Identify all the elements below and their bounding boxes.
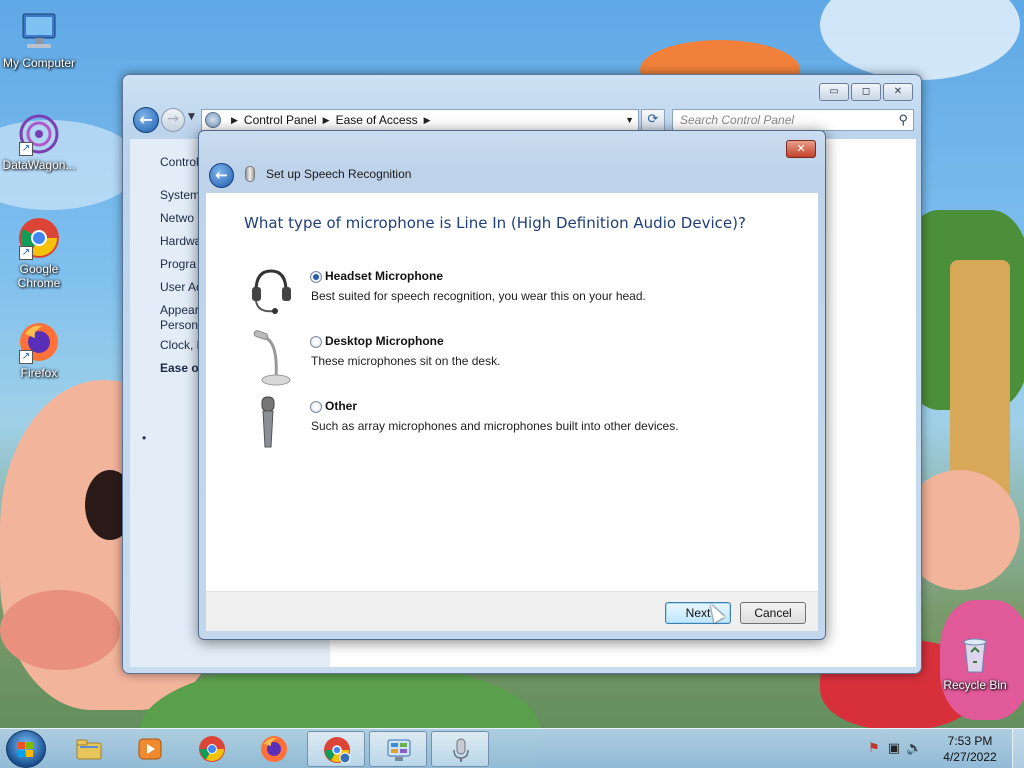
- shortcut-arrow-icon: ↗: [19, 142, 33, 156]
- desktop-icon-firefox[interactable]: ↗ Firefox: [0, 320, 78, 380]
- breadcrumb-ease-of-access[interactable]: Ease of Access: [336, 113, 418, 127]
- search-icon[interactable]: ⚲: [898, 112, 908, 128]
- option-description: Best suited for speech recognition, you …: [311, 289, 646, 303]
- headset-radio[interactable]: [310, 271, 322, 283]
- computer-icon: [17, 10, 61, 54]
- taskbar: ⚑ ▣ 🔈 7:53 PM 4/27/2022: [0, 728, 1024, 768]
- address-bar[interactable]: ▶ Control Panel ▶ Ease of Access ▶ ▼: [201, 109, 639, 131]
- taskbar-media-player[interactable]: [121, 731, 179, 767]
- chrome-icon: [198, 735, 226, 763]
- media-player-icon: [136, 735, 164, 763]
- wallpaper-cloud: [820, 0, 1020, 80]
- desktop-icon-label: Recycle Bin: [943, 678, 1007, 692]
- control-panel-icon: [205, 112, 221, 128]
- dialog-close-button[interactable]: ✕: [786, 140, 816, 158]
- taskbar-file-explorer[interactable]: [60, 731, 118, 767]
- speech-recognition-icon: [447, 736, 475, 764]
- nav-item-system[interactable]: System: [160, 188, 200, 202]
- search-input[interactable]: Search Control Panel ⚲: [672, 109, 914, 131]
- headset-icon: [246, 265, 296, 321]
- control-panel-icon: [385, 736, 413, 764]
- file-explorer-icon: [75, 735, 103, 763]
- option-label[interactable]: Headset Microphone: [325, 269, 443, 283]
- cancel-button[interactable]: Cancel: [740, 602, 806, 624]
- show-desktop-button[interactable]: [1012, 729, 1024, 768]
- nav-item-user-accounts[interactable]: User Ac: [160, 280, 202, 294]
- dialog-body: What type of microphone is Line In (High…: [206, 193, 818, 591]
- option-label[interactable]: Other: [325, 399, 357, 413]
- firefox-icon: ↗: [17, 320, 61, 364]
- maximize-button[interactable]: ◻: [851, 83, 881, 101]
- system-tray: ⚑ ▣ 🔈 7:53 PM 4/27/2022: [854, 729, 1024, 768]
- dialog-footer: Next Cancel: [206, 591, 818, 631]
- nav-item-network[interactable]: Netwo: [160, 211, 194, 225]
- shortcut-arrow-icon: ↗: [19, 246, 33, 260]
- taskbar-chrome[interactable]: [183, 731, 241, 767]
- desktop-icon-label: My Computer: [2, 56, 76, 70]
- close-button[interactable]: ✕: [883, 83, 913, 101]
- nav-item-hardware[interactable]: Hardwa: [160, 234, 201, 248]
- nav-item-programs[interactable]: Progra: [160, 257, 196, 271]
- address-dropdown-icon[interactable]: ▼: [625, 115, 634, 125]
- desktop-icon-datawagon[interactable]: ↗ DataWagon...: [0, 112, 78, 172]
- desktop-icon-chrome[interactable]: ↗ Google Chrome: [0, 216, 78, 290]
- option-other[interactable]: Other Such as array microphones and micr…: [246, 395, 806, 455]
- option-desktop[interactable]: Desktop Microphone These microphones sit…: [246, 330, 806, 390]
- nav-item-appearance[interactable]: Appear: [160, 303, 199, 317]
- start-button[interactable]: [6, 730, 46, 768]
- refresh-button[interactable]: ⟳: [641, 109, 665, 131]
- datawagon-icon: ↗: [17, 112, 61, 156]
- option-description: These microphones sit on the desk.: [311, 354, 501, 368]
- current-item-bullet: •: [142, 431, 147, 445]
- nav-item-clock[interactable]: Clock, L: [160, 338, 203, 352]
- desktop-icon-label: Google Chrome: [17, 262, 61, 290]
- option-headset[interactable]: Headset Microphone Best suited for speec…: [246, 265, 806, 325]
- clock-time: 7:53 PM: [947, 734, 993, 748]
- speech-setup-dialog: ✕ ← Set up Speech Recognition What type …: [198, 130, 826, 640]
- window-controls: ▭ ◻ ✕: [819, 83, 913, 101]
- chrome-icon: ↗: [17, 216, 61, 260]
- recycle-bin-icon: [953, 632, 997, 676]
- microphone-question: What type of microphone is Line In (High…: [244, 214, 746, 232]
- handheld-microphone-icon: [246, 395, 296, 451]
- back-button[interactable]: ←: [133, 107, 159, 133]
- taskbar-chrome-remote[interactable]: [307, 731, 365, 767]
- wallpaper-character: [0, 590, 120, 670]
- chevron-right-icon[interactable]: ▶: [231, 115, 238, 126]
- search-placeholder: Search Control Panel: [680, 113, 795, 127]
- option-label[interactable]: Desktop Microphone: [325, 334, 444, 348]
- breadcrumb-control-panel[interactable]: Control Panel: [244, 113, 317, 127]
- firefox-icon: [260, 735, 288, 763]
- shortcut-arrow-icon: ↗: [19, 350, 33, 364]
- windows-logo-icon: [18, 742, 34, 758]
- desktop-microphone-icon: [246, 330, 296, 386]
- clock-date: 4/27/2022: [943, 750, 997, 764]
- desktop-radio[interactable]: [310, 336, 322, 348]
- desktop-icon-label: DataWagon...: [2, 158, 76, 172]
- clock[interactable]: 7:53 PM 4/27/2022: [930, 733, 1010, 765]
- chevron-right-icon[interactable]: ▶: [323, 115, 330, 126]
- microphone-icon: [245, 166, 255, 182]
- taskbar-firefox[interactable]: [245, 731, 303, 767]
- recent-pages-dropdown[interactable]: ▼: [188, 112, 195, 122]
- taskbar-speech-recognition[interactable]: [431, 731, 489, 767]
- nav-item-control-panel-home[interactable]: Control: [160, 155, 199, 169]
- desktop-icon-label: Firefox: [20, 366, 58, 380]
- dialog-title: Set up Speech Recognition: [266, 167, 412, 181]
- chrome-remote-icon: [323, 736, 351, 764]
- action-center-icon[interactable]: ⚑: [866, 741, 882, 757]
- volume-icon[interactable]: 🔈: [906, 741, 922, 757]
- desktop-icon-recycle-bin[interactable]: Recycle Bin: [936, 632, 1014, 692]
- nav-item-ease-of-access[interactable]: Ease of: [160, 361, 203, 375]
- taskbar-control-panel[interactable]: [369, 731, 427, 767]
- desktop-icon-my-computer[interactable]: My Computer: [0, 10, 78, 70]
- chevron-right-icon[interactable]: ▶: [424, 115, 431, 126]
- option-description: Such as array microphones and microphone…: [311, 419, 679, 433]
- minimize-button[interactable]: ▭: [819, 83, 849, 101]
- network-icon[interactable]: ▣: [886, 741, 902, 757]
- other-radio[interactable]: [310, 401, 322, 413]
- dialog-back-button[interactable]: ←: [209, 163, 234, 188]
- forward-button[interactable]: →: [161, 108, 185, 132]
